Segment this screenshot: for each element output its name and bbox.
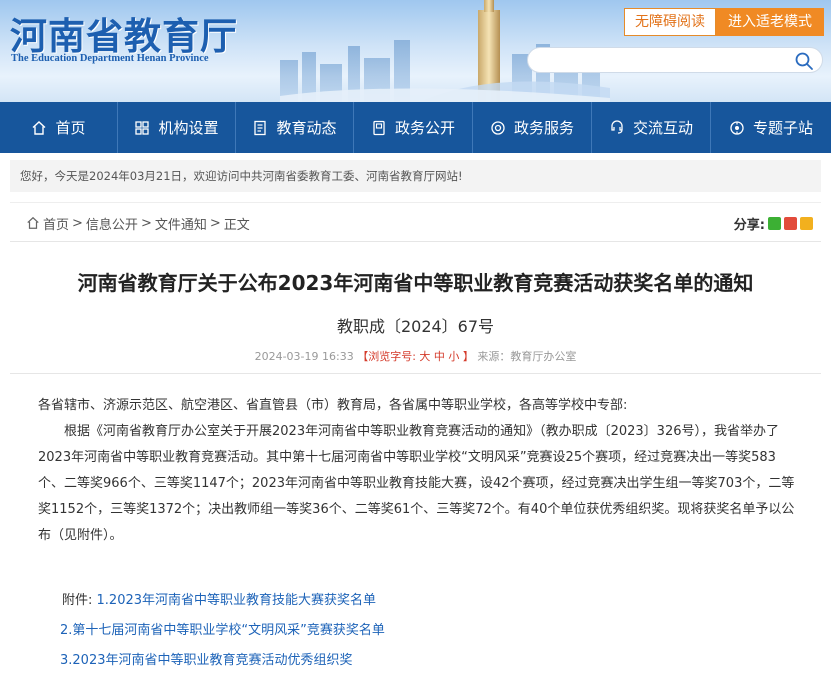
site-logo-title[interactable]: 河南省教育厅	[10, 6, 238, 60]
share-bar: 分享:	[734, 213, 813, 233]
accessibility-reading-button[interactable]: 无障碍阅读	[624, 8, 716, 36]
nav-item-government-affairs[interactable]: 政务公开	[354, 102, 473, 153]
nav-item-label: 首页	[55, 119, 86, 137]
nav-item-label: 教育动态	[276, 119, 337, 137]
list-item: 3.2023年河南省中等职业教育竞赛活动优秀组织奖	[60, 646, 385, 676]
font-size-medium[interactable]: 中	[434, 350, 445, 363]
share-label: 分享:	[733, 217, 765, 233]
document-icon	[254, 120, 267, 135]
article-title: 河南省教育厅关于公布2023年河南省中等职业教育竞赛活动获奖名单的通知	[77, 271, 754, 295]
nav-item-label: 机构设置	[158, 119, 219, 137]
nav-item-label: 政务服务	[513, 119, 574, 137]
font-size-small[interactable]: 小	[448, 350, 459, 363]
search-input[interactable]	[540, 51, 790, 69]
search-icon[interactable]	[794, 51, 814, 71]
nav-item-organization[interactable]: 机构设置	[118, 102, 236, 153]
weibo-share-icon[interactable]	[784, 216, 797, 230]
nav-item-label: 专题子站	[752, 119, 813, 137]
attachment-label: 附件:	[62, 593, 93, 608]
search-box	[527, 47, 823, 73]
nav-item-label: 交流互动	[632, 119, 693, 137]
attachment-link-1[interactable]: 1.2023年河南省中等职业教育技能大赛获奖名单	[97, 593, 377, 608]
attachment-link-2[interactable]: 2.第十七届河南省中等职业学校“文明风采”竞赛获奖名单	[60, 623, 385, 638]
nav-item-home[interactable]: 首页	[0, 102, 118, 153]
topic-icon	[730, 120, 744, 135]
nav-item-education-news[interactable]: 教育动态	[236, 102, 354, 153]
article-body: 各省辖市、济源示范区、航空港区、省直管县（市）教育局，各省属中等职业学校，各高等…	[38, 393, 798, 549]
home-icon	[27, 216, 39, 229]
breadcrumb-current: 正文	[223, 217, 250, 233]
article-panel: 首页 > 信息公开 > 文件通知 > 正文 分享: 河南省教育厅关于公布2023…	[10, 202, 821, 682]
elder-mode-button[interactable]: 进入适老模式	[716, 8, 824, 36]
service-icon	[491, 120, 505, 135]
font-size-suffix: 】	[462, 350, 474, 363]
breadcrumb-divider	[10, 241, 821, 242]
grid-icon	[135, 120, 150, 135]
font-size-large[interactable]: 大	[419, 350, 430, 363]
qzone-share-icon[interactable]	[800, 216, 813, 230]
wechat-share-icon[interactable]	[768, 216, 781, 230]
article-source: 来源：教育厅办公室	[477, 350, 577, 363]
body-paragraph: 根据《河南省教育厅办公室关于开展2023年河南省中等职业教育竞赛活动的通知》（教…	[38, 424, 795, 543]
breadcrumb-info-public[interactable]: 信息公开	[86, 214, 138, 233]
interaction-icon	[611, 119, 623, 134]
welcome-bar: 您好，今天是2024年03月21日，欢迎访问中共河南省委教育工委、河南省教育厅网…	[10, 160, 821, 192]
nav-item-interaction[interactable]: 交流互动	[592, 102, 711, 153]
salutation: 各省辖市、济源示范区、航空港区、省直管县（市）教育局，各省属中等职业学校，各高等…	[38, 398, 628, 413]
nav-item-government-services[interactable]: 政务服务	[473, 102, 592, 153]
breadcrumb: 首页 > 信息公开 > 文件通知 > 正文	[26, 213, 250, 233]
font-size-switcher: 【浏览字号: 大 中 小 】	[357, 350, 477, 363]
article-meta: 2024-03-19 16:33 【浏览字号: 大 中 小 】 来源：教育厅办公…	[10, 348, 821, 364]
breadcrumb-separator: >	[209, 215, 221, 231]
site-logo-subtitle: The Education Department Henan Province	[11, 53, 209, 64]
nav-item-label: 政务公开	[394, 119, 455, 137]
main-nav: 首页 机构设置 教育动态 政务公开 政务服务 交流互动 专题子站	[0, 102, 831, 153]
breadcrumb-home[interactable]: 首页	[43, 214, 69, 233]
notebook-icon	[373, 120, 385, 135]
breadcrumb-separator: >	[140, 215, 152, 231]
attachment-link-3[interactable]: 3.2023年河南省中等职业教育竞赛活动优秀组织奖	[60, 653, 353, 668]
site-header: 河南省教育厅 The Education Department Henan Pr…	[0, 0, 831, 102]
attachment-list: 附件: 1.2023年河南省中等职业教育技能大赛获奖名单 2.第十七届河南省中等…	[60, 586, 385, 676]
breadcrumb-separator: >	[72, 215, 83, 231]
nav-item-topic-sites[interactable]: 专题子站	[711, 102, 831, 153]
font-size-prefix: 【浏览字号:	[357, 350, 416, 363]
list-item: 附件: 1.2023年河南省中等职业教育技能大赛获奖名单	[62, 586, 385, 616]
home-icon	[33, 120, 46, 135]
publish-date: 2024-03-19 16:33	[254, 350, 354, 363]
list-item: 2.第十七届河南省中等职业学校“文明风采”竞赛获奖名单	[60, 616, 385, 646]
document-number: 教职成〔2024〕67号	[336, 317, 495, 336]
breadcrumb-file-notice[interactable]: 文件通知	[155, 214, 207, 233]
meta-divider	[10, 373, 821, 374]
